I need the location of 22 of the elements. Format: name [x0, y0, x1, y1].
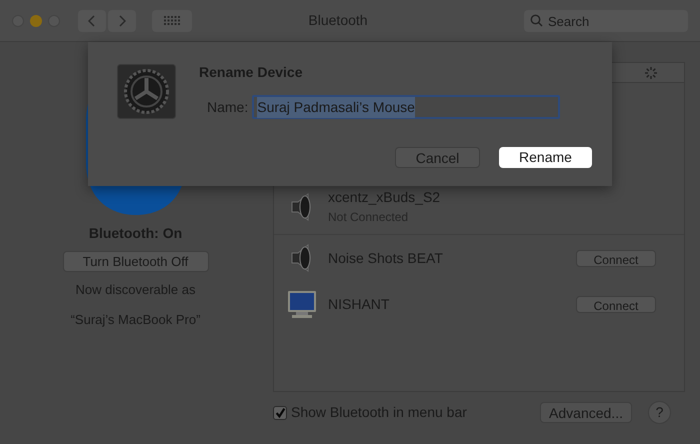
show-all-button[interactable]	[152, 10, 192, 32]
cancel-button[interactable]: Cancel	[395, 147, 480, 168]
minimize-window-icon[interactable]	[30, 14, 42, 26]
grid-icon	[164, 16, 180, 26]
rename-button[interactable]: Rename	[499, 147, 592, 168]
connect-button[interactable]: Connect	[576, 250, 656, 266]
selected-text: Suraj Padmasali’s Mouse	[257, 96, 415, 118]
gear-icon	[117, 64, 176, 119]
turn-bluetooth-off-button[interactable]: Turn Bluetooth Off	[62, 251, 208, 272]
connect-button[interactable]: Connect	[576, 296, 656, 312]
chevron-left-icon	[88, 14, 96, 26]
search-icon	[530, 14, 543, 26]
help-button[interactable]: ?	[648, 401, 671, 424]
chevron-right-icon	[118, 14, 126, 26]
checkmark-icon	[274, 407, 286, 418]
show-in-menu-bar-checkbox[interactable]	[273, 406, 287, 420]
back-button[interactable]	[78, 10, 106, 32]
forward-button[interactable]	[108, 10, 136, 32]
spinner-icon	[644, 66, 658, 80]
name-field[interactable]: Suraj Padmasali’s Mouse	[252, 95, 560, 119]
search-field[interactable]: Search	[524, 10, 688, 32]
monitor-icon	[286, 288, 318, 320]
